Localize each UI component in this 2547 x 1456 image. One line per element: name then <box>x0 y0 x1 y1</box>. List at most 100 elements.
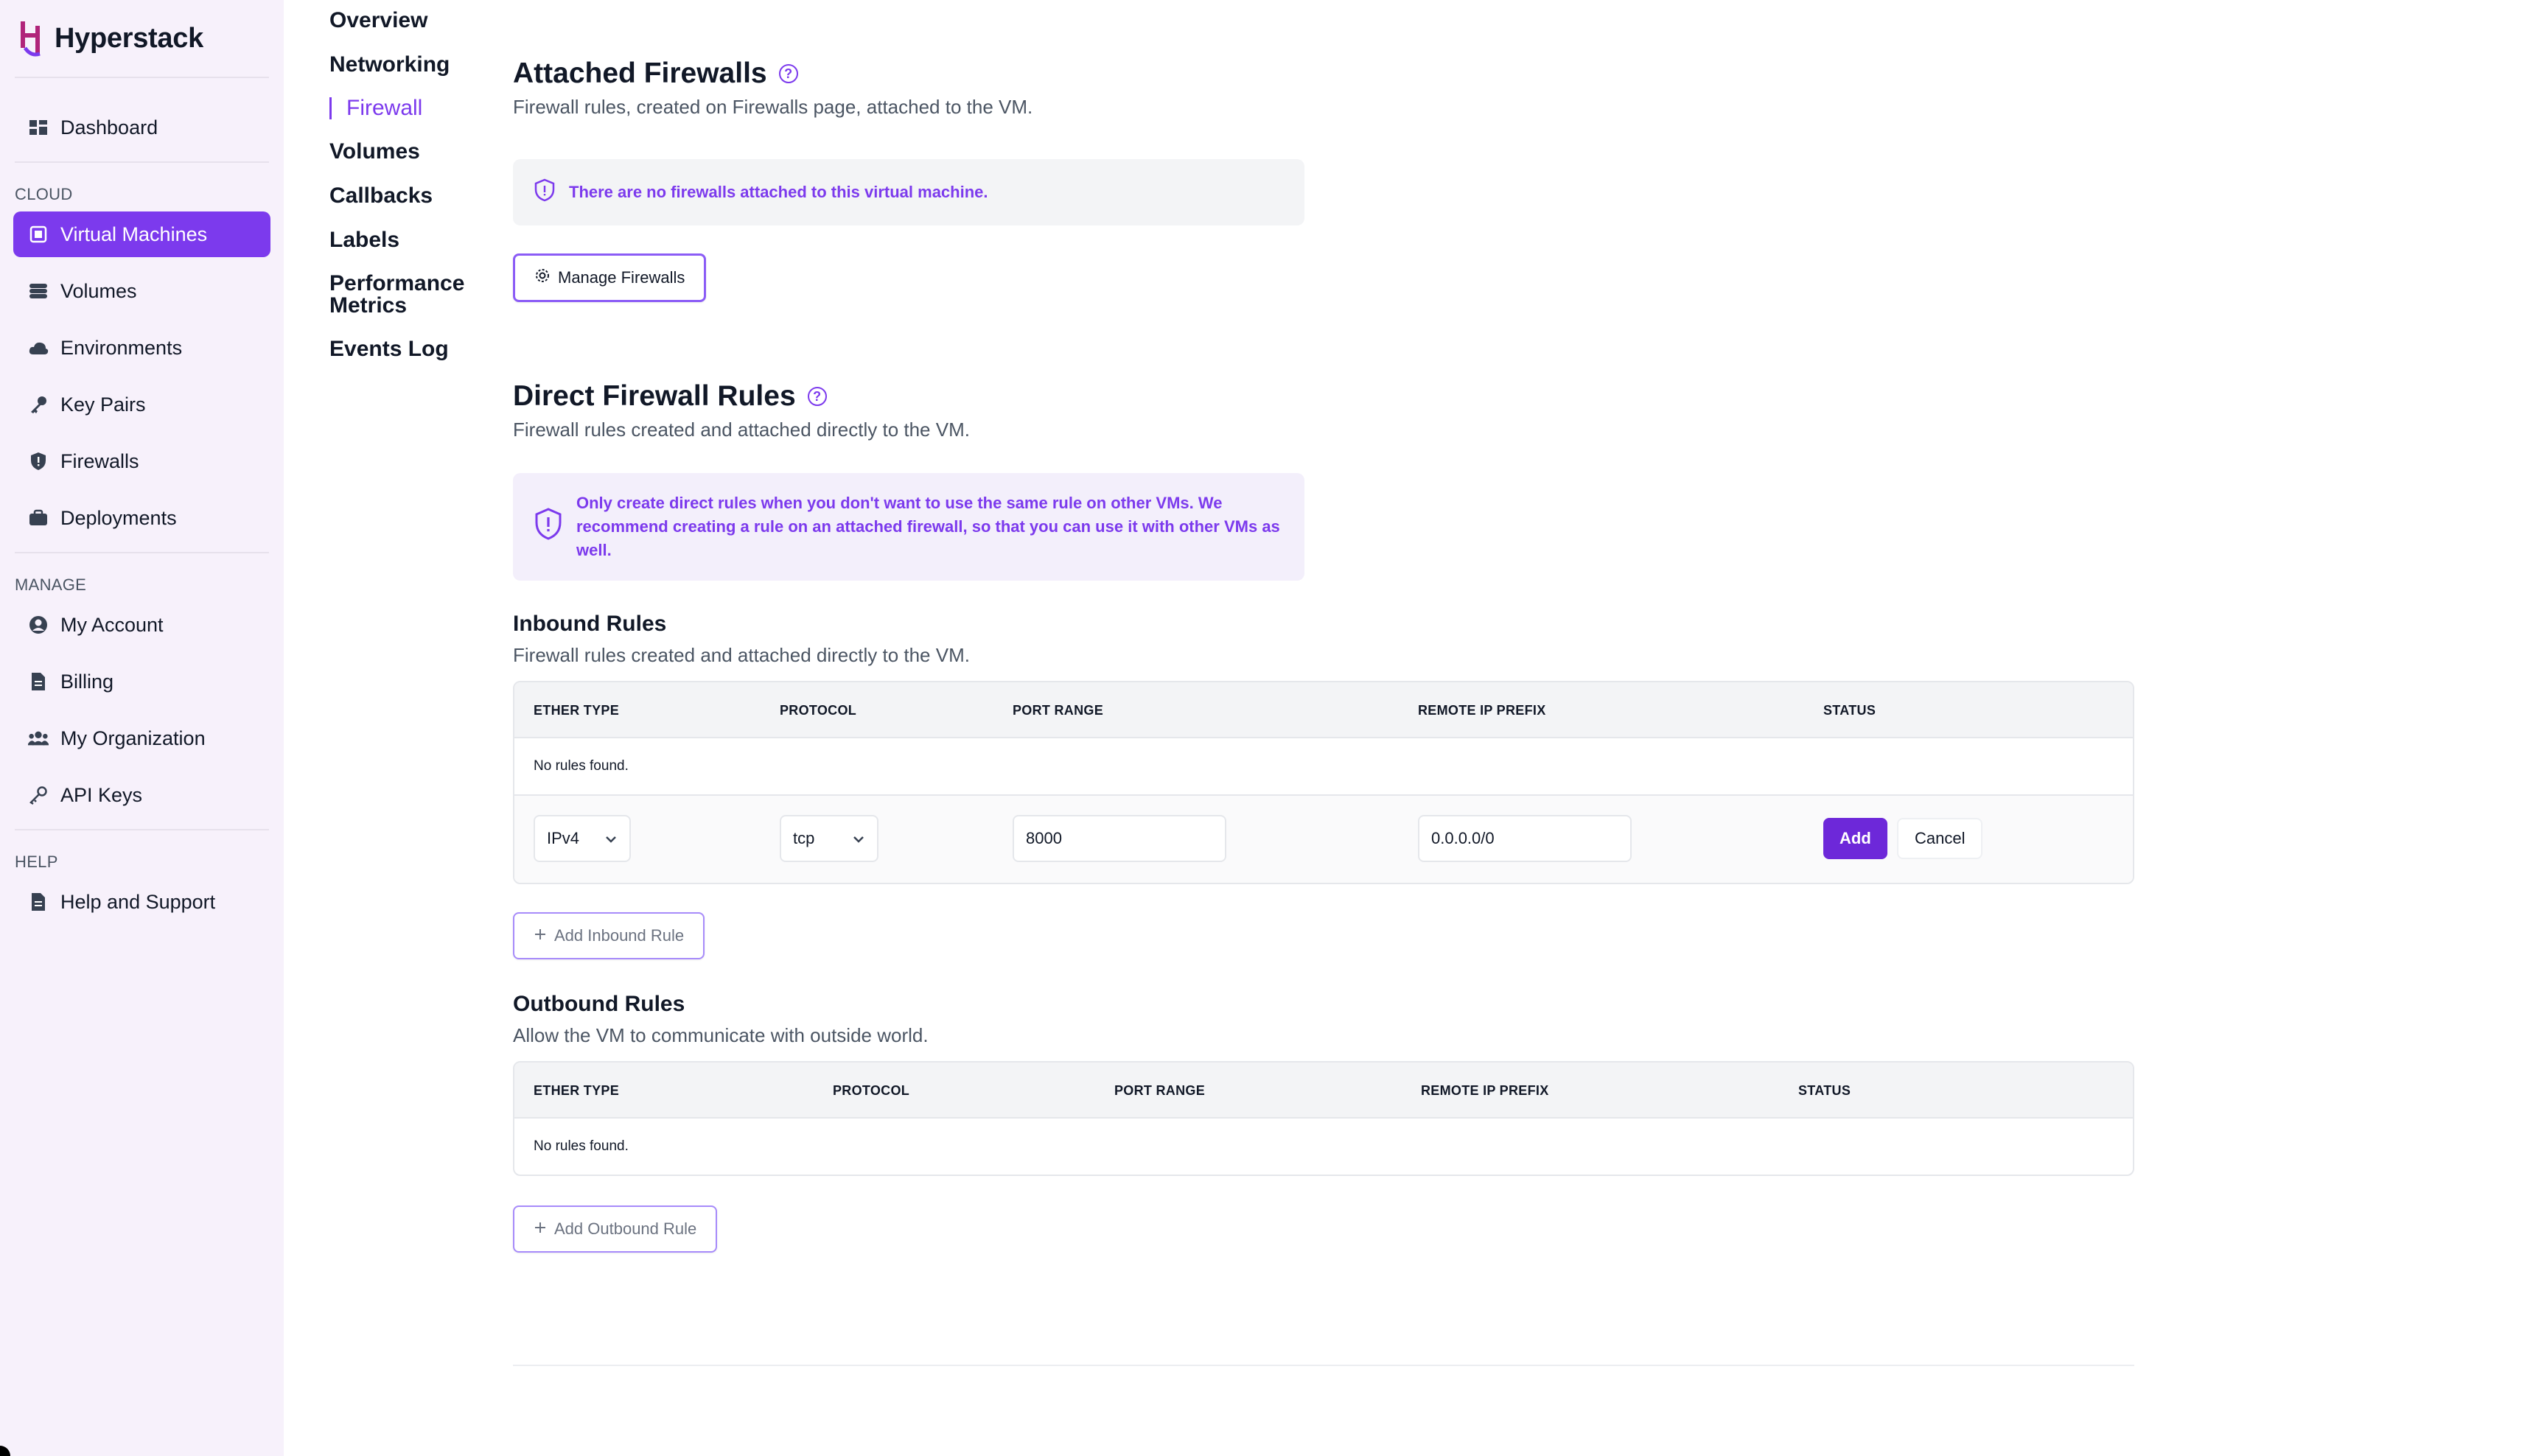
sidebar-item-billing[interactable]: Billing <box>13 659 270 704</box>
chevron-down-icon <box>852 829 865 848</box>
add-inbound-rule-button[interactable]: Add Inbound Rule <box>513 912 705 959</box>
sidebar-item-label: Virtual Machines <box>60 223 208 245</box>
tab-networking[interactable]: Networking <box>329 53 492 77</box>
button-label: Add Inbound Rule <box>554 926 685 945</box>
sidebar-item-deployments[interactable]: Deployments <box>13 495 270 541</box>
button-label: Manage Firewalls <box>558 268 685 287</box>
cancel-rule-button[interactable]: Cancel <box>1897 818 1983 859</box>
user-circle-icon <box>28 615 49 635</box>
sidebar-item-environments[interactable]: Environments <box>13 325 270 371</box>
plus-icon <box>534 1219 547 1239</box>
inbound-rules-header: Inbound Rules Firewall rules created and… <box>513 612 970 667</box>
section-title: Attached Firewalls <box>513 57 767 89</box>
tab-performance-metrics[interactable]: Performance Metrics <box>329 273 492 317</box>
protocol-select[interactable]: tcp <box>780 815 878 862</box>
manage-firewalls-button[interactable]: Manage Firewalls <box>513 253 707 302</box>
column-header: ETHER TYPE <box>534 702 620 718</box>
sidebar-divider <box>15 829 269 830</box>
direct-firewall-rules-heading: Direct Firewall Rules ? <box>513 380 970 413</box>
sidebar: Hyperstack Dashboard CLOUD Virtual Machi… <box>0 0 284 1456</box>
vm-subnav: Overview Networking Firewall Volumes Cal… <box>329 9 492 382</box>
remote-ip-prefix-input[interactable]: 0.0.0.0/0 <box>1418 815 1632 862</box>
sidebar-section-manage: MANAGE <box>15 575 87 594</box>
sidebar-item-dashboard[interactable]: Dashboard <box>13 105 270 150</box>
plus-icon <box>534 926 547 945</box>
add-outbound-rule-button[interactable]: Add Outbound Rule <box>513 1205 718 1253</box>
shield-alert-icon <box>534 507 563 547</box>
briefcase-icon <box>28 508 49 528</box>
sidebar-item-firewalls[interactable]: Firewalls <box>13 438 270 484</box>
tab-callbacks[interactable]: Callbacks <box>329 184 492 208</box>
attached-firewalls-section: Attached Firewalls ? Firewall rules, cre… <box>513 57 1033 119</box>
sidebar-section-help: HELP <box>15 853 58 871</box>
gear-icon <box>534 267 551 288</box>
sidebar-item-label: My Organization <box>60 727 206 749</box>
table-header: ETHER TYPE PROTOCOL PORT RANGE REMOTE IP… <box>514 1063 2133 1119</box>
column-header: REMOTE IP PREFIX <box>1418 702 1546 718</box>
users-icon <box>28 728 49 749</box>
column-header: PROTOCOL <box>780 702 857 718</box>
outbound-rules-table: ETHER TYPE PROTOCOL PORT RANGE REMOTE IP… <box>513 1061 2134 1176</box>
sidebar-item-label: Environments <box>60 336 183 359</box>
table-row-empty: No rules found. <box>514 1119 2133 1175</box>
column-header: ETHER TYPE <box>534 1082 620 1098</box>
hyperstack-logo-icon <box>21 21 41 57</box>
ether-type-select[interactable]: IPv4 <box>534 815 631 862</box>
sidebar-item-my-organization[interactable]: My Organization <box>13 715 270 761</box>
sidebar-section-cloud: CLOUD <box>15 185 73 203</box>
outbound-rules-header: Outbound Rules Allow the VM to communica… <box>513 992 929 1047</box>
sidebar-item-help-and-support[interactable]: Help and Support <box>13 879 270 925</box>
sidebar-divider <box>15 552 269 553</box>
inbound-rules-table: ETHER TYPE PROTOCOL PORT RANGE REMOTE IP… <box>513 681 2134 884</box>
direct-rules-warning: Only create direct rules when you don't … <box>513 473 1304 581</box>
shield-icon <box>28 451 49 472</box>
sidebar-item-label: Dashboard <box>60 116 158 139</box>
document-icon <box>28 671 49 692</box>
help-icon[interactable]: ? <box>778 64 798 83</box>
attached-firewalls-heading: Attached Firewalls ? <box>513 57 1033 90</box>
warning-text: Only create direct rules when you don't … <box>576 494 1280 559</box>
column-header: PORT RANGE <box>1114 1082 1206 1098</box>
tab-firewall[interactable]: Firewall <box>329 97 492 119</box>
tab-labels[interactable]: Labels <box>329 228 492 252</box>
shield-alert-icon <box>534 178 556 206</box>
inbound-rules-subtitle: Firewall rules created and attached dire… <box>513 644 970 666</box>
sidebar-item-label: Volumes <box>60 279 137 302</box>
button-label: Add Outbound Rule <box>554 1219 697 1238</box>
add-rule-button[interactable]: Add <box>1823 818 1887 859</box>
sidebar-item-label: My Account <box>60 613 164 636</box>
sidebar-divider <box>15 161 269 163</box>
column-header: REMOTE IP PREFIX <box>1421 1082 1549 1098</box>
sidebar-item-api-keys[interactable]: API Keys <box>13 772 270 818</box>
column-header: STATUS <box>1823 702 1876 718</box>
sidebar-item-label: API Keys <box>60 783 143 806</box>
column-header: PROTOCOL <box>833 1082 910 1098</box>
dashboard-icon <box>28 117 49 138</box>
select-value: IPv4 <box>547 829 580 847</box>
tab-events-log[interactable]: Events Log <box>329 337 492 361</box>
tab-overview[interactable]: Overview <box>329 9 492 32</box>
notice-text: There are no firewalls attached to this … <box>569 183 988 201</box>
inbound-rules-title: Inbound Rules <box>513 612 667 636</box>
sidebar-item-label: Key Pairs <box>60 393 146 416</box>
table-header: ETHER TYPE PROTOCOL PORT RANGE REMOTE IP… <box>514 682 2133 738</box>
section-title: Direct Firewall Rules <box>513 380 796 412</box>
brand[interactable]: Hyperstack <box>15 0 269 78</box>
table-row-empty: No rules found. <box>514 738 2133 796</box>
section-subtitle: Firewall rules, created on Firewalls pag… <box>513 96 1033 118</box>
column-header: STATUS <box>1798 1082 1851 1098</box>
tab-volumes[interactable]: Volumes <box>329 140 492 164</box>
sidebar-item-virtual-machines[interactable]: Virtual Machines <box>13 211 270 257</box>
section-subtitle: Firewall rules created and attached dire… <box>513 419 970 441</box>
new-rule-row: IPv4 tcp 8000 0.0.0.0/0 Add Cancel <box>514 796 2133 883</box>
outbound-rules-subtitle: Allow the VM to communicate with outside… <box>513 1024 929 1046</box>
sidebar-item-volumes[interactable]: Volumes <box>13 268 270 314</box>
port-range-input[interactable]: 8000 <box>1013 815 1226 862</box>
document-icon <box>28 892 49 912</box>
chevron-down-icon <box>604 829 618 848</box>
sidebar-item-key-pairs[interactable]: Key Pairs <box>13 382 270 427</box>
sidebar-item-my-account[interactable]: My Account <box>13 602 270 648</box>
outbound-rules-title: Outbound Rules <box>513 992 685 1016</box>
database-icon <box>28 281 49 301</box>
help-icon[interactable]: ? <box>807 387 827 406</box>
